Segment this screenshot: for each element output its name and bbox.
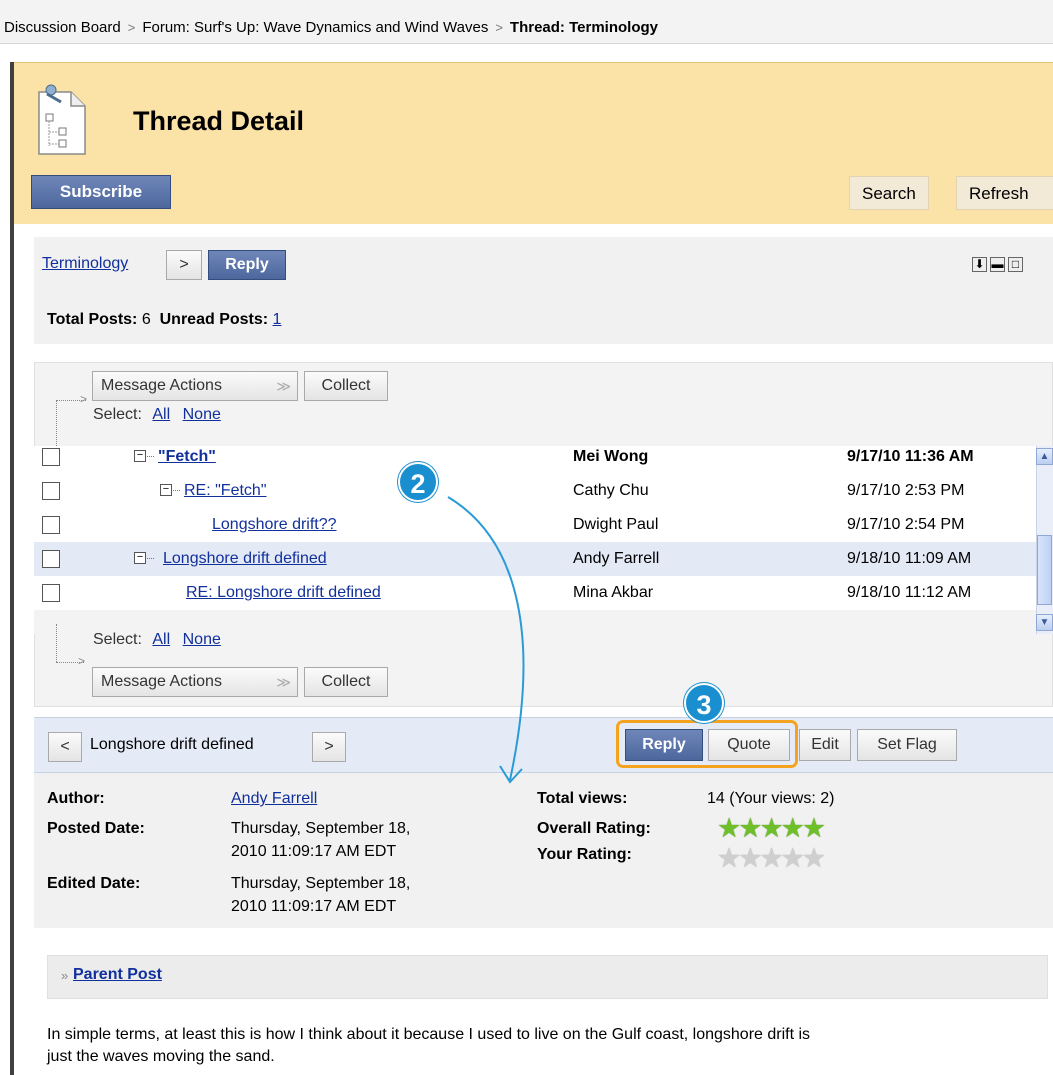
annotation-arrow-layer (447, 496, 525, 784)
step-2-callout: 2 (398, 462, 438, 502)
step-3-callout: 3 (684, 683, 724, 723)
